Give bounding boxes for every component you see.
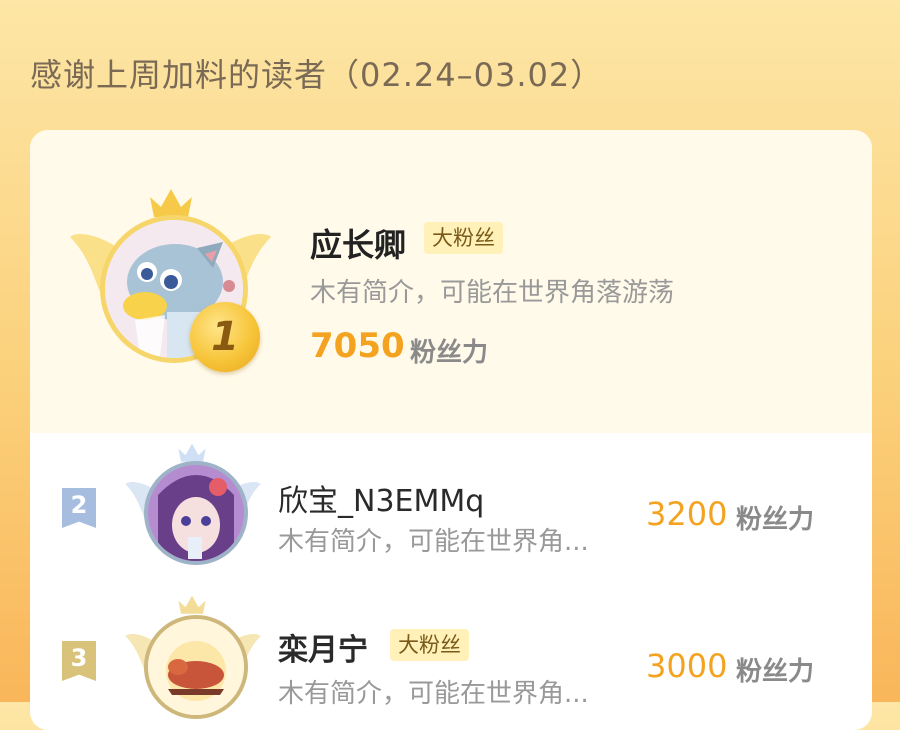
rank-1-card[interactable]: 1 应长卿 大粉丝 木有简介，可能在世界角落游荡 7050 粉丝力 <box>30 130 872 433</box>
avatar[interactable] <box>144 615 248 719</box>
reader-name[interactable]: 应长卿 <box>310 220 406 266</box>
fans-unit: 粉丝力 <box>736 505 815 535</box>
reader-bio: 木有简介，可能在世界角... <box>278 679 589 709</box>
reader-bio: 木有简介，可能在世界角落游荡 <box>310 278 675 308</box>
crown-icon <box>178 443 206 462</box>
rank-3-row[interactable]: 3 栾月宁 大粉丝 木有简介，可能在世界角... 3000 粉丝力 <box>30 585 872 730</box>
fan-badge: 大粉丝 <box>390 629 469 661</box>
avatar-illustration-icon <box>148 619 244 715</box>
reader-name[interactable]: 栾月宁 <box>278 625 368 669</box>
reader-name[interactable]: 欣宝_N3EMMq <box>278 476 484 520</box>
fans-unit: 粉丝力 <box>736 657 815 687</box>
fans-unit: 粉丝力 <box>410 338 489 368</box>
fan-badge: 大粉丝 <box>424 222 503 254</box>
page-title: 感谢上周加料的读者（02.24–03.02） <box>30 56 604 94</box>
avatar[interactable] <box>144 461 248 565</box>
avatar-illustration-icon <box>148 465 244 561</box>
fans-value: 7050 <box>310 326 405 366</box>
fans-value: 3000 <box>646 647 728 685</box>
reader-bio: 木有简介，可能在世界角... <box>278 527 589 557</box>
crown-icon <box>150 189 192 217</box>
rank-medal-icon: 1 <box>190 302 260 372</box>
fans-value: 3200 <box>646 495 728 533</box>
reader-ranking-board: 1 应长卿 大粉丝 木有简介，可能在世界角落游荡 7050 粉丝力 2 欣宝_N… <box>30 130 872 730</box>
rank-tag-icon: 2 <box>62 488 96 528</box>
crown-icon <box>178 595 206 614</box>
rank-2-row[interactable]: 2 欣宝_N3EMMq 木有简介，可能在世界角... 3200 粉丝力 <box>30 433 872 593</box>
rank-tag-icon: 3 <box>62 641 96 681</box>
